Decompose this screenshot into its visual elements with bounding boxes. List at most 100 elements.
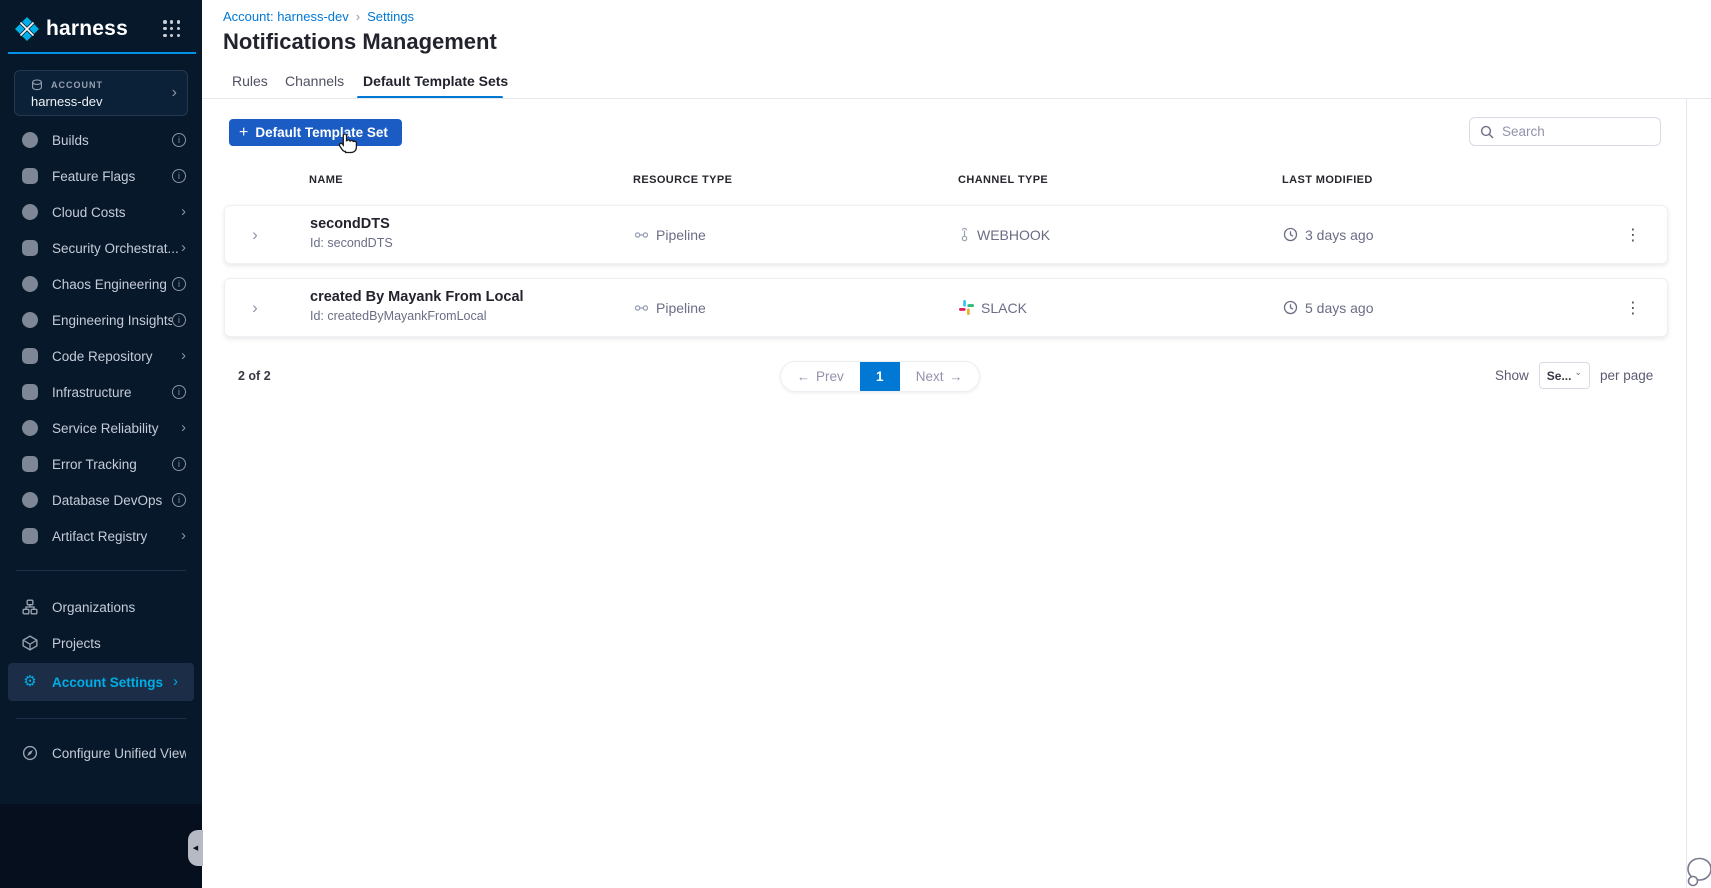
breadcrumb-settings-link[interactable]: Settings xyxy=(367,9,414,24)
sidebar-item-projects[interactable]: Projects xyxy=(0,625,202,661)
sidebar-item-code-repository[interactable]: Code Repository xyxy=(0,338,202,374)
projects-icon xyxy=(22,635,38,651)
code-repository-icon xyxy=(22,348,38,364)
chaos-engineering-icon xyxy=(22,276,38,292)
sidebar-item-account-settings[interactable]: Account Settings xyxy=(8,663,194,701)
next-page-button[interactable]: Next xyxy=(900,362,979,391)
template-set-name: created By Mayank From Local xyxy=(310,289,524,305)
new-default-template-set-button[interactable]: + Default Template Set xyxy=(229,119,402,146)
sidebar-divider xyxy=(16,570,186,571)
new-button-label: Default Template Set xyxy=(255,125,388,140)
brand-name: harness xyxy=(46,17,128,40)
main-content: Account: harness-dev › Settings Notifica… xyxy=(202,0,1711,888)
name-cell: created By Mayank From Local Id: created… xyxy=(310,289,524,323)
pipeline-icon xyxy=(634,304,649,311)
content-right-divider xyxy=(1686,99,1687,888)
feature-flags-icon xyxy=(22,168,38,184)
info-icon[interactable] xyxy=(172,313,186,327)
plus-icon: + xyxy=(239,123,249,141)
template-set-id: Id: createdByMayankFromLocal xyxy=(310,309,487,323)
error-tracking-icon xyxy=(22,456,38,472)
breadcrumb-account-link[interactable]: Account: harness-dev xyxy=(223,9,349,24)
info-icon[interactable] xyxy=(172,277,186,291)
tab-channels[interactable]: Channels xyxy=(285,63,344,98)
sidebar-item-chaos-engineering[interactable]: Chaos Engineering xyxy=(0,266,202,302)
brand-underline xyxy=(8,52,196,54)
chevron-right-icon xyxy=(181,421,186,435)
resource-type-cell: Pipeline xyxy=(634,279,706,336)
sidebar-item-feature-flags[interactable]: Feature Flags xyxy=(0,158,202,194)
sidebar-divider xyxy=(16,718,186,719)
page-size-select[interactable]: Se... xyxy=(1538,362,1591,389)
show-label: Show xyxy=(1495,368,1529,383)
sidebar-item-service-reliability[interactable]: Service Reliability xyxy=(0,410,202,446)
page-1-button[interactable]: 1 xyxy=(859,362,900,391)
clock-icon xyxy=(1283,227,1298,242)
search-input[interactable] xyxy=(1502,124,1642,139)
name-cell: secondDTS Id: secondDTS xyxy=(310,216,393,250)
tabbar-border xyxy=(202,98,1711,99)
template-set-name: secondDTS xyxy=(310,216,390,232)
configure-icon xyxy=(22,745,38,761)
prev-page-button[interactable]: Prev xyxy=(781,362,860,391)
sidebar-item-error-tracking[interactable]: Error Tracking xyxy=(0,446,202,482)
pagination: Prev 1 Next xyxy=(780,361,980,392)
pagination-summary: 2 of 2 xyxy=(238,369,271,383)
expand-row-icon[interactable] xyxy=(245,279,265,336)
info-icon[interactable] xyxy=(172,133,186,147)
row-menu-icon[interactable] xyxy=(1621,279,1645,336)
info-icon[interactable] xyxy=(172,169,186,183)
chevron-right-icon xyxy=(173,675,178,689)
breadcrumb-separator: › xyxy=(355,9,361,24)
sidebar-item-database-devops[interactable]: Database DevOps xyxy=(0,482,202,518)
sidebar-item-cloud-costs[interactable]: Cloud Costs xyxy=(0,194,202,230)
sidebar-item-engineering-insights[interactable]: Engineering Insights xyxy=(0,302,202,338)
sidebar-collapse-handle[interactable] xyxy=(188,830,203,866)
last-modified-cell: 5 days ago xyxy=(1283,279,1374,336)
sidebar-item-security-orchestration[interactable]: Security Orchestrat... xyxy=(0,230,202,266)
chevron-right-icon xyxy=(181,241,186,255)
info-icon[interactable] xyxy=(172,385,186,399)
chevron-right-icon xyxy=(181,349,186,363)
security-orchestration-icon xyxy=(22,240,38,256)
gear-icon xyxy=(22,674,38,690)
per-page-label: per page xyxy=(1600,368,1654,383)
webhook-icon xyxy=(961,227,968,242)
database-devops-icon xyxy=(22,492,38,508)
info-icon[interactable] xyxy=(172,457,186,471)
chevron-down-icon xyxy=(1574,370,1582,381)
expand-row-icon[interactable] xyxy=(245,206,265,263)
info-icon[interactable] xyxy=(172,493,186,507)
page-size-control: Show Se... per page xyxy=(1495,361,1653,390)
chevron-right-icon: › xyxy=(171,84,177,101)
account-switcher[interactable]: ACCOUNT harness-dev › xyxy=(14,70,188,116)
account-scope-icon xyxy=(32,79,42,91)
search-icon xyxy=(1480,125,1494,138)
tab-default-template-sets[interactable]: Default Template Sets xyxy=(363,63,508,98)
cloud-costs-icon xyxy=(22,204,38,220)
sidebar: harness ACCOUNT harness-dev › Builds Fea… xyxy=(0,0,202,888)
tabbar: Rules Channels Default Template Sets xyxy=(202,63,1711,99)
table-row[interactable]: created By Mayank From Local Id: created… xyxy=(224,278,1668,337)
row-menu-icon[interactable] xyxy=(1621,206,1645,263)
app-launcher-icon[interactable] xyxy=(163,20,181,38)
sidebar-item-builds[interactable]: Builds xyxy=(0,122,202,158)
sidebar-item-infrastructure[interactable]: Infrastructure xyxy=(0,374,202,410)
account-name: harness-dev xyxy=(31,94,103,109)
table-row[interactable]: secondDTS Id: secondDTS Pipeline WEBHOOK xyxy=(224,205,1668,264)
last-modified-cell: 3 days ago xyxy=(1283,206,1374,263)
sidebar-item-artifact-registry[interactable]: Artifact Registry xyxy=(0,518,202,554)
support-chat-icon[interactable] xyxy=(1684,855,1711,888)
harness-app-window: harness ACCOUNT harness-dev › Builds Fea… xyxy=(0,0,1711,888)
brand[interactable]: harness xyxy=(14,14,128,44)
tab-rules[interactable]: Rules xyxy=(232,63,268,98)
column-header-name: NAME xyxy=(309,174,343,186)
sidebar-item-organizations[interactable]: Organizations xyxy=(0,589,202,625)
sidebar-item-configure-unified-view[interactable]: Configure Unified View xyxy=(0,735,202,771)
chevron-right-icon xyxy=(181,529,186,543)
artifact-registry-icon xyxy=(22,528,38,544)
engineering-insights-icon xyxy=(22,312,38,328)
infrastructure-icon xyxy=(22,384,38,400)
channel-type-cell: SLACK xyxy=(959,279,1027,336)
service-reliability-icon xyxy=(22,420,38,436)
